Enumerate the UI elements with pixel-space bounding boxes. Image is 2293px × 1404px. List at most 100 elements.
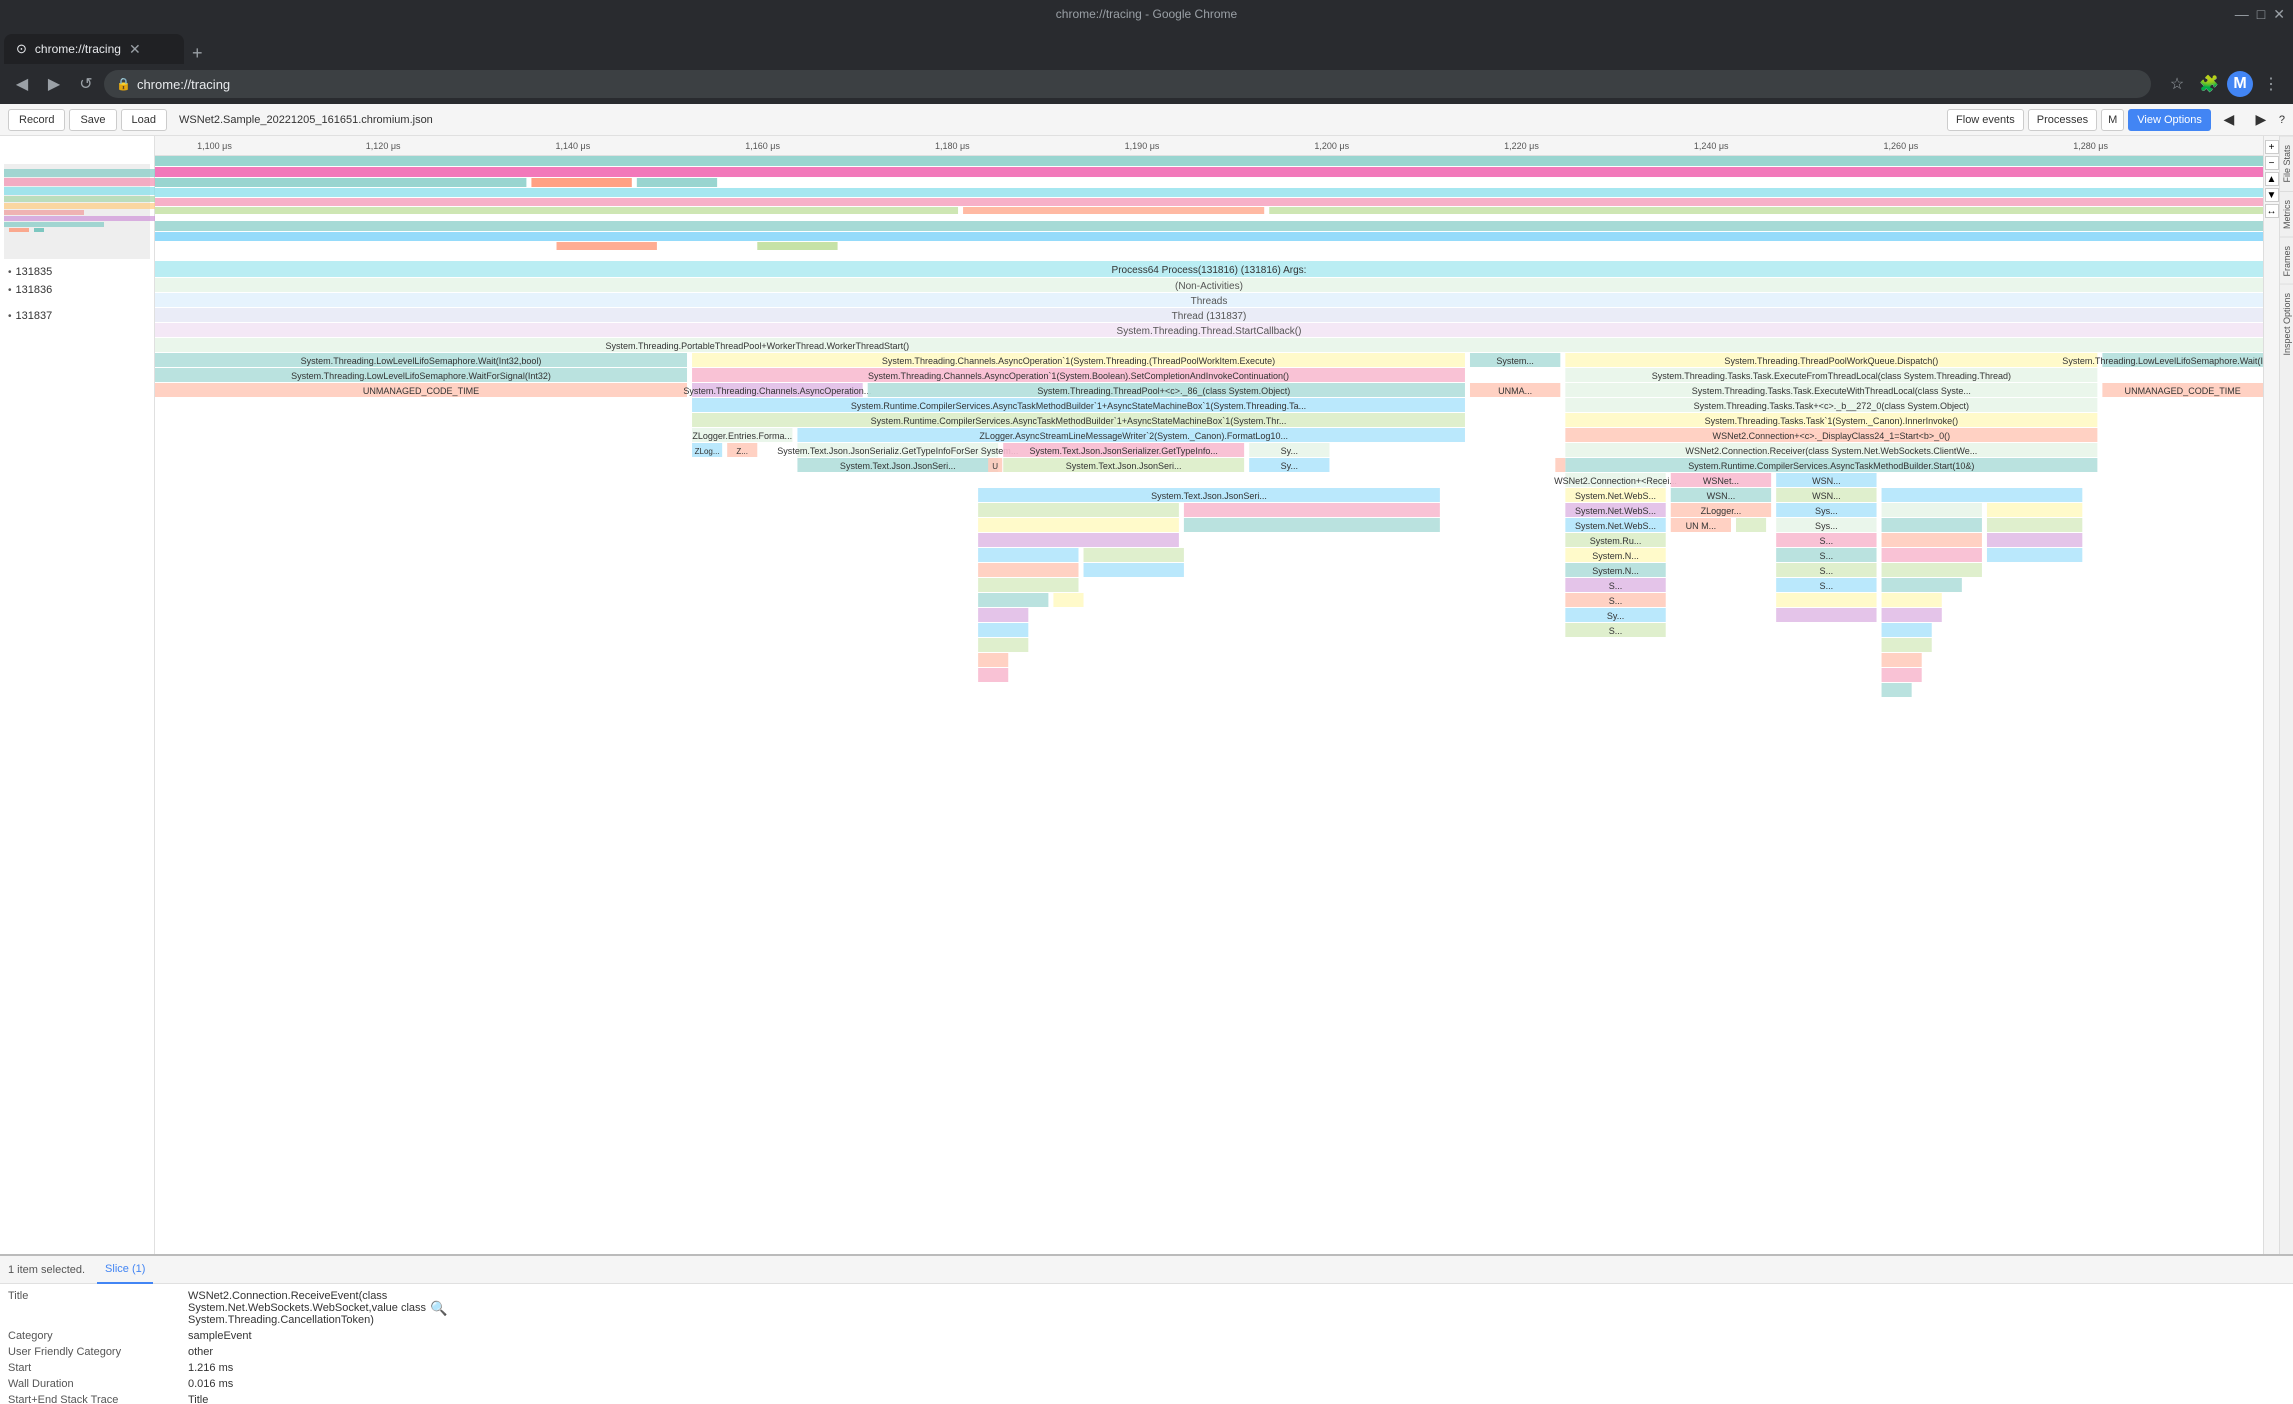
ruler-1100: 1,100 μs [197, 141, 232, 151]
save-button[interactable]: Save [69, 109, 116, 131]
bottom-content: Title WSNet2.Connection.ReceiveEvent(cla… [0, 1284, 2293, 1404]
svg-text:System.Threading.Tasks.Task.Ex: System.Threading.Tasks.Task.ExecuteWithT… [1692, 386, 1971, 396]
new-tab-button[interactable]: + [184, 43, 211, 64]
svg-text:Sy...: Sy... [1607, 611, 1624, 621]
svg-text:System.Runtime.CompilerService: System.Runtime.CompilerServices.AsyncTas… [851, 401, 1306, 411]
user-friendly-value: other [188, 1346, 2285, 1358]
ruler-1200: 1,200 μs [1314, 141, 1349, 151]
svg-text:Sys...: Sys... [1815, 506, 1838, 516]
category-value: sampleEvent [188, 1330, 2285, 1342]
svg-text:System.Net.WebS...: System.Net.WebS... [1575, 506, 1656, 516]
svg-text:U: U [992, 462, 998, 471]
title-search-icon[interactable]: 🔍 [430, 1300, 447, 1317]
file-stats-tab[interactable]: File Stats [2280, 136, 2293, 191]
wall-duration-label: Wall Duration [8, 1378, 188, 1390]
sidebar-item-131835[interactable]: • 131835 [4, 263, 150, 281]
flame-area[interactable]: Process64 Process(131816) (131816) Args:… [155, 156, 2263, 756]
zoom-out-button[interactable]: − [2265, 156, 2279, 170]
frames-tab[interactable]: Frames [2280, 237, 2293, 285]
svg-text:System.Text.Json.JsonSeri...: System.Text.Json.JsonSeri... [1151, 491, 1267, 501]
svg-text:S...: S... [1820, 581, 1834, 591]
svg-text:System.Runtime.CompilerService: System.Runtime.CompilerServices.AsyncTas… [871, 416, 1287, 426]
slice-tab[interactable]: Slice (1) [97, 1256, 153, 1284]
m-button[interactable]: M [2101, 109, 2124, 131]
forward-button[interactable]: ▶ [40, 70, 68, 98]
zoom-level: ? [2279, 114, 2285, 126]
inspect-options-tab[interactable]: Inspect Options [2280, 284, 2293, 364]
address-text: chrome://tracing [137, 77, 230, 92]
scroll-up-button[interactable]: ▲ [2265, 172, 2279, 186]
trace-main: • 131835 • 131836 • 131837 1,100 μs [0, 136, 2293, 1254]
close-icon[interactable]: ✕ [2273, 6, 2285, 23]
start-label: Start [8, 1362, 188, 1374]
user-friendly-row: User Friendly Category other [8, 1344, 2285, 1360]
zoom-in-button[interactable]: + [2265, 140, 2279, 154]
maximize-icon[interactable]: □ [2257, 6, 2265, 23]
title-bar: chrome://tracing - Google Chrome — □ ✕ [0, 0, 2293, 28]
start-row: Start 1.216 ms [8, 1360, 2285, 1376]
load-button[interactable]: Load [121, 109, 167, 131]
tab-close-icon[interactable]: ✕ [129, 41, 141, 58]
category-row: Category sampleEvent [8, 1328, 2285, 1344]
svg-text:System.Threading.Channels.Asyn: System.Threading.Channels.AsyncOperation… [868, 371, 1289, 381]
stack-trace-value: Title [188, 1394, 2285, 1404]
svg-text:System.Text.Json.JsonSerializ.: System.Text.Json.JsonSerializ.GetTypeInf… [777, 446, 1018, 456]
bottom-tabs: 1 item selected. Slice (1) [0, 1256, 2293, 1284]
scroll-down-button[interactable]: ▼ [2265, 188, 2279, 202]
flow-events-button[interactable]: Flow events [1947, 109, 2024, 131]
ruler-1260: 1,260 μs [1884, 141, 1919, 151]
extension-button[interactable]: 🧩 [2195, 70, 2223, 98]
toolbar-right: Flow events Processes M View Options ◀ ▶… [1947, 106, 2285, 134]
bookmark-button[interactable]: ☆ [2163, 70, 2191, 98]
svg-text:System.Threading.Channels.Asyn: System.Threading.Channels.AsyncOperation… [882, 356, 1275, 366]
svg-text:S...: S... [1820, 566, 1834, 576]
svg-text:System.Threading.Tasks.Task.Ex: System.Threading.Tasks.Task.ExecuteFromT… [1652, 371, 2011, 381]
scroll-right-button[interactable]: ▶ [2247, 106, 2275, 134]
ruler-1280: 1,280 μs [2073, 141, 2108, 151]
zoom-controls: + − ▲ ▼ ↔ [2263, 136, 2279, 1254]
fit-button[interactable]: ↔ [2265, 204, 2279, 218]
timeline-container[interactable]: 1,100 μs 1,120 μs 1,140 μs 1,160 μs 1,18… [155, 136, 2263, 1254]
bullet-icon: • [8, 267, 12, 278]
back-button[interactable]: ◀ [8, 70, 36, 98]
record-button[interactable]: Record [8, 109, 65, 131]
profile-button[interactable]: M [2227, 71, 2253, 97]
svg-text:System.Net.WebS...: System.Net.WebS... [1575, 491, 1656, 501]
svg-text:Sy...: Sy... [1281, 446, 1298, 456]
address-bar[interactable]: 🔒 chrome://tracing [104, 70, 2151, 98]
title-row: Title WSNet2.Connection.ReceiveEvent(cla… [8, 1288, 2285, 1328]
svg-text:S...: S... [1820, 536, 1834, 546]
active-tab[interactable]: ⊙ chrome://tracing ✕ [4, 34, 184, 64]
metrics-tab[interactable]: Metrics [2280, 191, 2293, 237]
menu-button[interactable]: ⋮ [2257, 70, 2285, 98]
scroll-left-button[interactable]: ◀ [2215, 106, 2243, 134]
title-value-text: WSNet2.Connection.ReceiveEvent(class Sys… [188, 1290, 426, 1326]
svg-text:System.Threading.Tasks.Task+<c: System.Threading.Tasks.Task+<c>._b__272_… [1694, 401, 1969, 411]
right-sidebar-tabs: File Stats Metrics Frames Inspect Option… [2279, 136, 2293, 1254]
category-label: Category [8, 1330, 188, 1342]
svg-text:System.Threading.ThreadPool+<c: System.Threading.ThreadPool+<c>._86_(cla… [1037, 386, 1290, 396]
svg-text:ZLogger...: ZLogger... [1701, 506, 1742, 516]
bullet-icon-2: • [8, 285, 12, 296]
tracing-toolbar: Record Save Load WSNet2.Sample_20221205_… [0, 104, 2293, 136]
view-options-button[interactable]: View Options [2128, 109, 2211, 131]
minimize-icon[interactable]: — [2235, 6, 2249, 23]
svg-text:System.Threading.PortableThrea: System.Threading.PortableThreadPool+Work… [605, 341, 909, 351]
svg-text:WSNet2.Connection.Receiver(cla: WSNet2.Connection.Receiver(class System.… [1685, 446, 1977, 456]
svg-text:Thread (131837): Thread (131837) [1172, 311, 1247, 322]
sidebar-item-131837[interactable]: • 131837 [4, 307, 150, 325]
ruler-1140: 1,140 μs [556, 141, 591, 151]
svg-text:System.Threading.LowLevelLifoS: System.Threading.LowLevelLifoSemaphore.W… [2062, 356, 2263, 366]
sidebar-item-131836[interactable]: • 131836 [4, 281, 150, 299]
processes-button[interactable]: Processes [2028, 109, 2097, 131]
bullet-icon-3: • [8, 311, 12, 322]
reload-button[interactable]: ↺ [72, 70, 100, 98]
sidebar-label-131835: 131835 [16, 266, 53, 278]
svg-text:System.Ru...: System.Ru... [1590, 536, 1642, 546]
svg-text:WSN...: WSN... [1812, 476, 1841, 486]
svg-text:ZLogger.Entries.Forma...: ZLogger.Entries.Forma... [692, 431, 792, 441]
svg-text:ZLog...: ZLog... [695, 447, 720, 456]
address-icon: 🔒 [116, 77, 131, 91]
svg-text:System.Text.Json.JsonSerialize: System.Text.Json.JsonSerializer.GetTypeI… [1029, 446, 1217, 456]
browser-frame: chrome://tracing - Google Chrome — □ ✕ ⊙… [0, 0, 2293, 1404]
